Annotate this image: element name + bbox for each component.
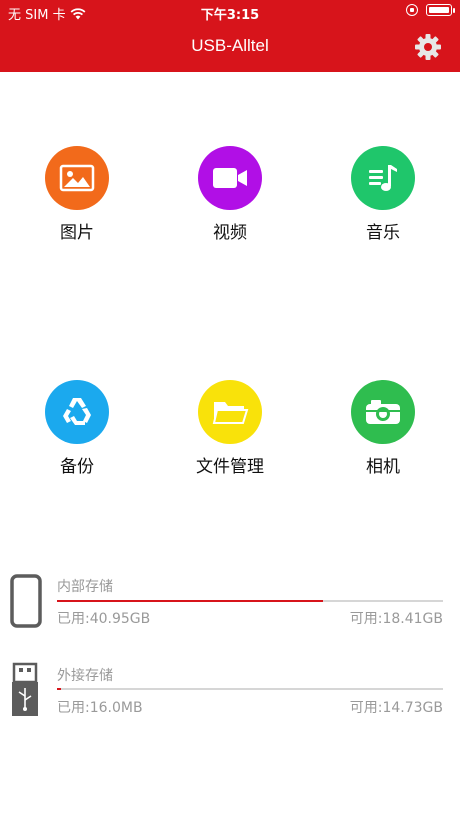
usb-drive-icon bbox=[12, 662, 38, 716]
tile-file-manager[interactable]: 文件管理 bbox=[170, 380, 290, 477]
music-label: 音乐 bbox=[366, 223, 400, 243]
video-camera-icon bbox=[213, 168, 247, 188]
tile-pictures[interactable]: 图片 bbox=[17, 146, 137, 243]
internal-storage-label: 内部存储 bbox=[57, 579, 113, 595]
external-storage-track bbox=[57, 688, 443, 690]
battery-icon bbox=[426, 4, 455, 16]
tile-videos[interactable]: 视频 bbox=[170, 146, 290, 243]
external-storage-usage-bar bbox=[57, 688, 61, 690]
tile-music[interactable]: 音乐 bbox=[323, 146, 443, 243]
camera-circle bbox=[351, 380, 415, 444]
orientation-lock-icon bbox=[406, 4, 418, 16]
status-right bbox=[406, 4, 455, 16]
music-list-icon bbox=[369, 165, 397, 191]
camera-icon bbox=[366, 400, 400, 424]
camera-label: 相机 bbox=[366, 457, 400, 477]
backup-circle bbox=[45, 380, 109, 444]
top-bar: 无 SIM 卡 下午3:15 USB-Alltel bbox=[0, 0, 460, 72]
internal-storage-usage-bar bbox=[57, 600, 324, 602]
phone-icon bbox=[10, 574, 42, 628]
file-manager-circle bbox=[198, 380, 262, 444]
music-circle bbox=[351, 146, 415, 210]
internal-used-text: 已用:40.95GB bbox=[57, 611, 151, 627]
app-title: USB-Alltel bbox=[191, 36, 269, 55]
tile-backup[interactable]: 备份 bbox=[17, 380, 137, 477]
status-time: 下午3:15 bbox=[200, 8, 260, 23]
pictures-label: 图片 bbox=[60, 223, 94, 243]
image-icon bbox=[59, 164, 95, 192]
folder-icon bbox=[212, 402, 249, 424]
external-available-text: 可用:14.73GB bbox=[349, 700, 443, 716]
recycle-icon bbox=[63, 398, 91, 425]
external-used-text: 已用:16.0MB bbox=[57, 700, 143, 716]
pictures-circle bbox=[45, 146, 109, 210]
file-manager-label: 文件管理 bbox=[196, 457, 264, 477]
tile-camera[interactable]: 相机 bbox=[323, 380, 443, 477]
internal-available-text: 可用:18.41GB bbox=[349, 611, 443, 627]
videos-circle bbox=[198, 146, 262, 210]
internal-storage-track bbox=[57, 600, 443, 602]
status-bar: 无 SIM 卡 下午3:15 bbox=[0, 0, 460, 24]
videos-label: 视频 bbox=[213, 223, 247, 243]
settings-gear-icon[interactable] bbox=[414, 33, 442, 61]
external-storage-label: 外接存储 bbox=[57, 668, 113, 684]
backup-label: 备份 bbox=[60, 457, 94, 477]
